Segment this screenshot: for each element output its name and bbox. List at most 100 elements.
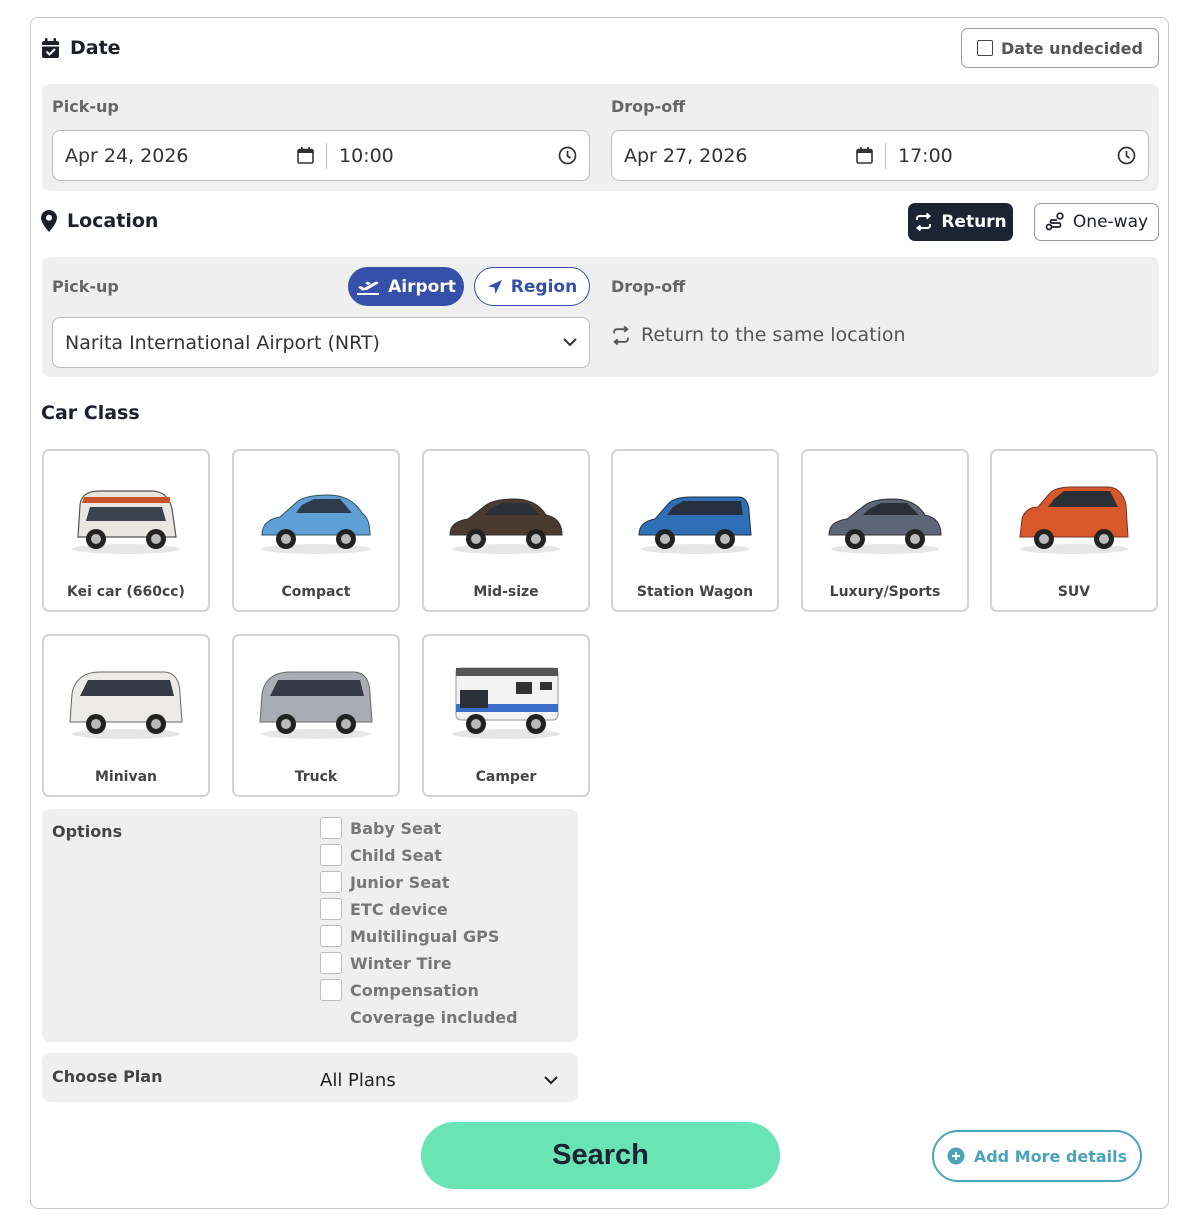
clock-icon bbox=[1117, 146, 1136, 165]
region-tab[interactable]: Region bbox=[474, 267, 590, 306]
car-class-label: SUV bbox=[1057, 584, 1091, 600]
car-image bbox=[66, 479, 186, 559]
option-label: Junior Seat bbox=[350, 873, 450, 892]
car-class-option[interactable]: Minivan bbox=[42, 634, 210, 797]
option-checkbox-row[interactable]: Multilingual GPS bbox=[320, 925, 560, 950]
option-label: Compensation Coverage included bbox=[350, 981, 518, 1027]
car-class-title: Car Class bbox=[41, 402, 140, 424]
plus-circle-icon bbox=[947, 1147, 965, 1165]
return-trip-button[interactable]: Return bbox=[908, 203, 1013, 241]
return-label: Return bbox=[941, 212, 1007, 232]
one-way-button[interactable]: One-way bbox=[1034, 203, 1159, 241]
car-image bbox=[1014, 479, 1134, 559]
car-image bbox=[256, 479, 376, 559]
pickup-date-value: Apr 24, 2026 bbox=[65, 144, 189, 167]
chevron-down-icon bbox=[563, 338, 577, 347]
dropoff-date-value: Apr 27, 2026 bbox=[624, 144, 748, 167]
option-label: Multilingual GPS bbox=[350, 927, 500, 946]
car-image bbox=[446, 479, 566, 559]
option-checkbox-row[interactable]: Winter Tire bbox=[320, 952, 560, 977]
car-class-label: Mid-size bbox=[473, 584, 539, 600]
dropoff-datetime-field: Apr 27, 2026 17:00 bbox=[611, 130, 1149, 181]
dropoff-same-location: Return to the same location bbox=[611, 324, 906, 346]
airport-label: Airport bbox=[388, 276, 456, 297]
car-image bbox=[66, 664, 186, 744]
dropoff-same-location-text: Return to the same location bbox=[641, 324, 906, 346]
location-section-title: Location bbox=[41, 210, 158, 232]
option-checkbox-row[interactable]: Junior Seat bbox=[320, 871, 560, 896]
add-more-details-label: Add More details bbox=[973, 1146, 1128, 1166]
car-class-label: Truck bbox=[294, 769, 338, 785]
options-title: Options bbox=[52, 822, 123, 841]
dropoff-date-input[interactable]: Apr 27, 2026 bbox=[612, 131, 885, 180]
plane-departure-icon bbox=[357, 281, 380, 295]
pickup-location-select[interactable]: Narita International Airport (NRT) bbox=[52, 317, 590, 368]
location-title: Location bbox=[67, 210, 159, 232]
dropoff-location-label: Drop-off bbox=[611, 277, 686, 296]
option-label: ETC device bbox=[350, 900, 448, 919]
dropoff-date-label: Drop-off bbox=[611, 97, 686, 116]
car-class-label: Compact bbox=[281, 584, 351, 600]
car-image bbox=[256, 664, 376, 744]
date-section-title: Date bbox=[41, 37, 121, 59]
search-label: Search bbox=[552, 1139, 649, 1171]
car-class-option[interactable]: Camper bbox=[422, 634, 590, 797]
option-checkbox-row[interactable]: Baby Seat bbox=[320, 817, 560, 842]
add-more-details-button[interactable]: Add More details bbox=[932, 1130, 1142, 1182]
car-class-option[interactable]: Kei car (660cc) bbox=[42, 449, 210, 612]
dropoff-time-value: 17:00 bbox=[898, 144, 953, 167]
choose-plan-label: Choose Plan bbox=[52, 1067, 163, 1086]
car-image bbox=[825, 479, 945, 559]
option-checkbox[interactable] bbox=[320, 979, 342, 1001]
pickup-date-input[interactable]: Apr 24, 2026 bbox=[53, 131, 326, 180]
search-button[interactable]: Search bbox=[421, 1122, 780, 1189]
chevron-down-icon bbox=[544, 1075, 558, 1084]
pickup-location-value: Narita International Airport (NRT) bbox=[65, 331, 380, 354]
repeat-icon bbox=[613, 325, 629, 345]
region-label: Region bbox=[510, 276, 578, 297]
car-class-option[interactable]: SUV bbox=[990, 449, 1158, 612]
car-class-option[interactable]: Station Wagon bbox=[611, 449, 779, 612]
dropoff-time-input[interactable]: 17:00 bbox=[886, 131, 1148, 180]
option-checkbox-row[interactable]: Child Seat bbox=[320, 844, 560, 869]
option-label: Baby Seat bbox=[350, 819, 442, 838]
pickup-datetime-field: Apr 24, 2026 10:00 bbox=[52, 130, 590, 181]
car-class-label: Station Wagon bbox=[636, 584, 754, 600]
calendar-check-icon bbox=[42, 37, 59, 58]
option-checkbox[interactable] bbox=[320, 898, 342, 920]
date-title: Date bbox=[70, 37, 121, 59]
car-class-option[interactable]: Mid-size bbox=[422, 449, 590, 612]
car-class-title-text: Car Class bbox=[41, 402, 140, 424]
checkbox-icon bbox=[977, 40, 994, 56]
calendar-icon bbox=[297, 147, 314, 164]
car-class-label: Minivan bbox=[94, 769, 158, 785]
car-class-label: Camper bbox=[475, 769, 537, 785]
pickup-time-input[interactable]: 10:00 bbox=[327, 131, 589, 180]
option-checkbox-row[interactable]: ETC device bbox=[320, 898, 560, 923]
route-icon bbox=[1045, 212, 1064, 231]
option-checkbox[interactable] bbox=[320, 844, 342, 866]
calendar-icon bbox=[856, 147, 873, 164]
option-label: Child Seat bbox=[350, 846, 442, 865]
one-way-label: One-way bbox=[1072, 212, 1149, 232]
car-class-option[interactable]: Compact bbox=[232, 449, 400, 612]
car-image bbox=[635, 479, 755, 559]
option-checkbox[interactable] bbox=[320, 817, 342, 839]
option-label: Winter Tire bbox=[350, 954, 452, 973]
pickup-location-label: Pick-up bbox=[52, 277, 119, 296]
car-class-option[interactable]: Luxury/Sports bbox=[801, 449, 969, 612]
option-checkbox[interactable] bbox=[320, 952, 342, 974]
pickup-time-value: 10:00 bbox=[339, 144, 394, 167]
clock-icon bbox=[558, 146, 577, 165]
option-checkbox[interactable] bbox=[320, 925, 342, 947]
date-undecided-checkbox[interactable]: Date undecided bbox=[961, 28, 1159, 68]
car-class-option[interactable]: Truck bbox=[232, 634, 400, 797]
plan-select[interactable]: All Plans bbox=[320, 1066, 558, 1094]
date-undecided-label: Date undecided bbox=[1001, 38, 1143, 58]
pickup-date-label: Pick-up bbox=[52, 97, 119, 116]
airport-tab[interactable]: Airport bbox=[348, 267, 464, 306]
option-checkbox-row[interactable]: Compensation Coverage included bbox=[320, 979, 560, 1031]
map-pin-icon bbox=[41, 210, 57, 232]
plan-select-value: All Plans bbox=[320, 1069, 396, 1091]
option-checkbox[interactable] bbox=[320, 871, 342, 893]
